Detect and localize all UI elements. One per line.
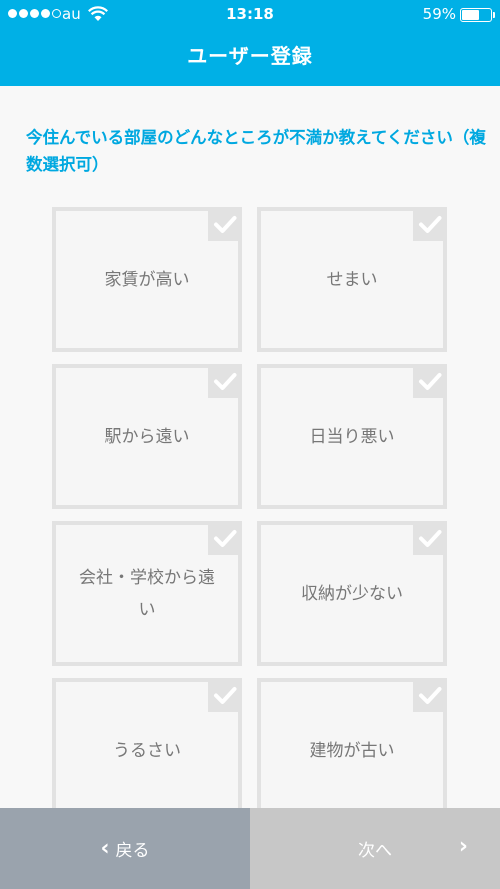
next-button[interactable]: 次へ › <box>250 808 500 889</box>
bottom-navigation: ‹ 戻る 次へ › <box>0 808 500 889</box>
battery-icon <box>460 8 495 22</box>
checkbox[interactable] <box>413 207 447 241</box>
checkmark-icon <box>419 373 442 390</box>
checkbox[interactable] <box>208 207 242 241</box>
chevron-left-icon: ‹ <box>100 835 110 861</box>
chevron-right-icon: › <box>458 834 468 859</box>
app-header: au 13:18 59% ユーザー登録 <box>0 0 500 86</box>
checkmark-icon <box>419 216 442 233</box>
checkmark-icon <box>214 530 237 547</box>
checkbox[interactable] <box>413 364 447 398</box>
battery-percent: 59% <box>422 5 456 23</box>
back-button-label: 戻る <box>115 841 150 861</box>
option-card-sunlight[interactable]: 日当り悪い <box>257 364 447 509</box>
option-card-old-building[interactable]: 建物が古い <box>257 678 447 823</box>
checkbox[interactable] <box>208 678 242 712</box>
checkmark-icon <box>214 373 237 390</box>
option-card-noisy[interactable]: うるさい <box>52 678 242 823</box>
page-title: ユーザー登録 <box>187 44 313 68</box>
option-card-small[interactable]: せまい <box>257 207 447 352</box>
checkbox[interactable] <box>208 521 242 555</box>
back-button[interactable]: ‹ 戻る <box>0 808 250 889</box>
checkmark-icon <box>419 530 442 547</box>
next-button-label: 次へ <box>358 841 392 861</box>
option-card-far-work[interactable]: 会社・学校から遠い <box>52 521 242 666</box>
checkbox[interactable] <box>413 678 447 712</box>
checkbox[interactable] <box>413 521 447 555</box>
checkbox[interactable] <box>208 364 242 398</box>
option-card-storage[interactable]: 収納が少ない <box>257 521 447 666</box>
checkmark-icon <box>419 687 442 704</box>
battery-level <box>462 10 479 20</box>
checkmark-icon <box>214 216 237 233</box>
status-bar: au 13:18 59% <box>0 0 500 30</box>
question-text: 今住んでいる部屋のどんなところが不満か教えてください（複数選択可） <box>26 128 486 174</box>
option-card-rent[interactable]: 家賃が高い <box>52 207 242 352</box>
option-card-far-station[interactable]: 駅から遠い <box>52 364 242 509</box>
checkmark-icon <box>214 687 237 704</box>
